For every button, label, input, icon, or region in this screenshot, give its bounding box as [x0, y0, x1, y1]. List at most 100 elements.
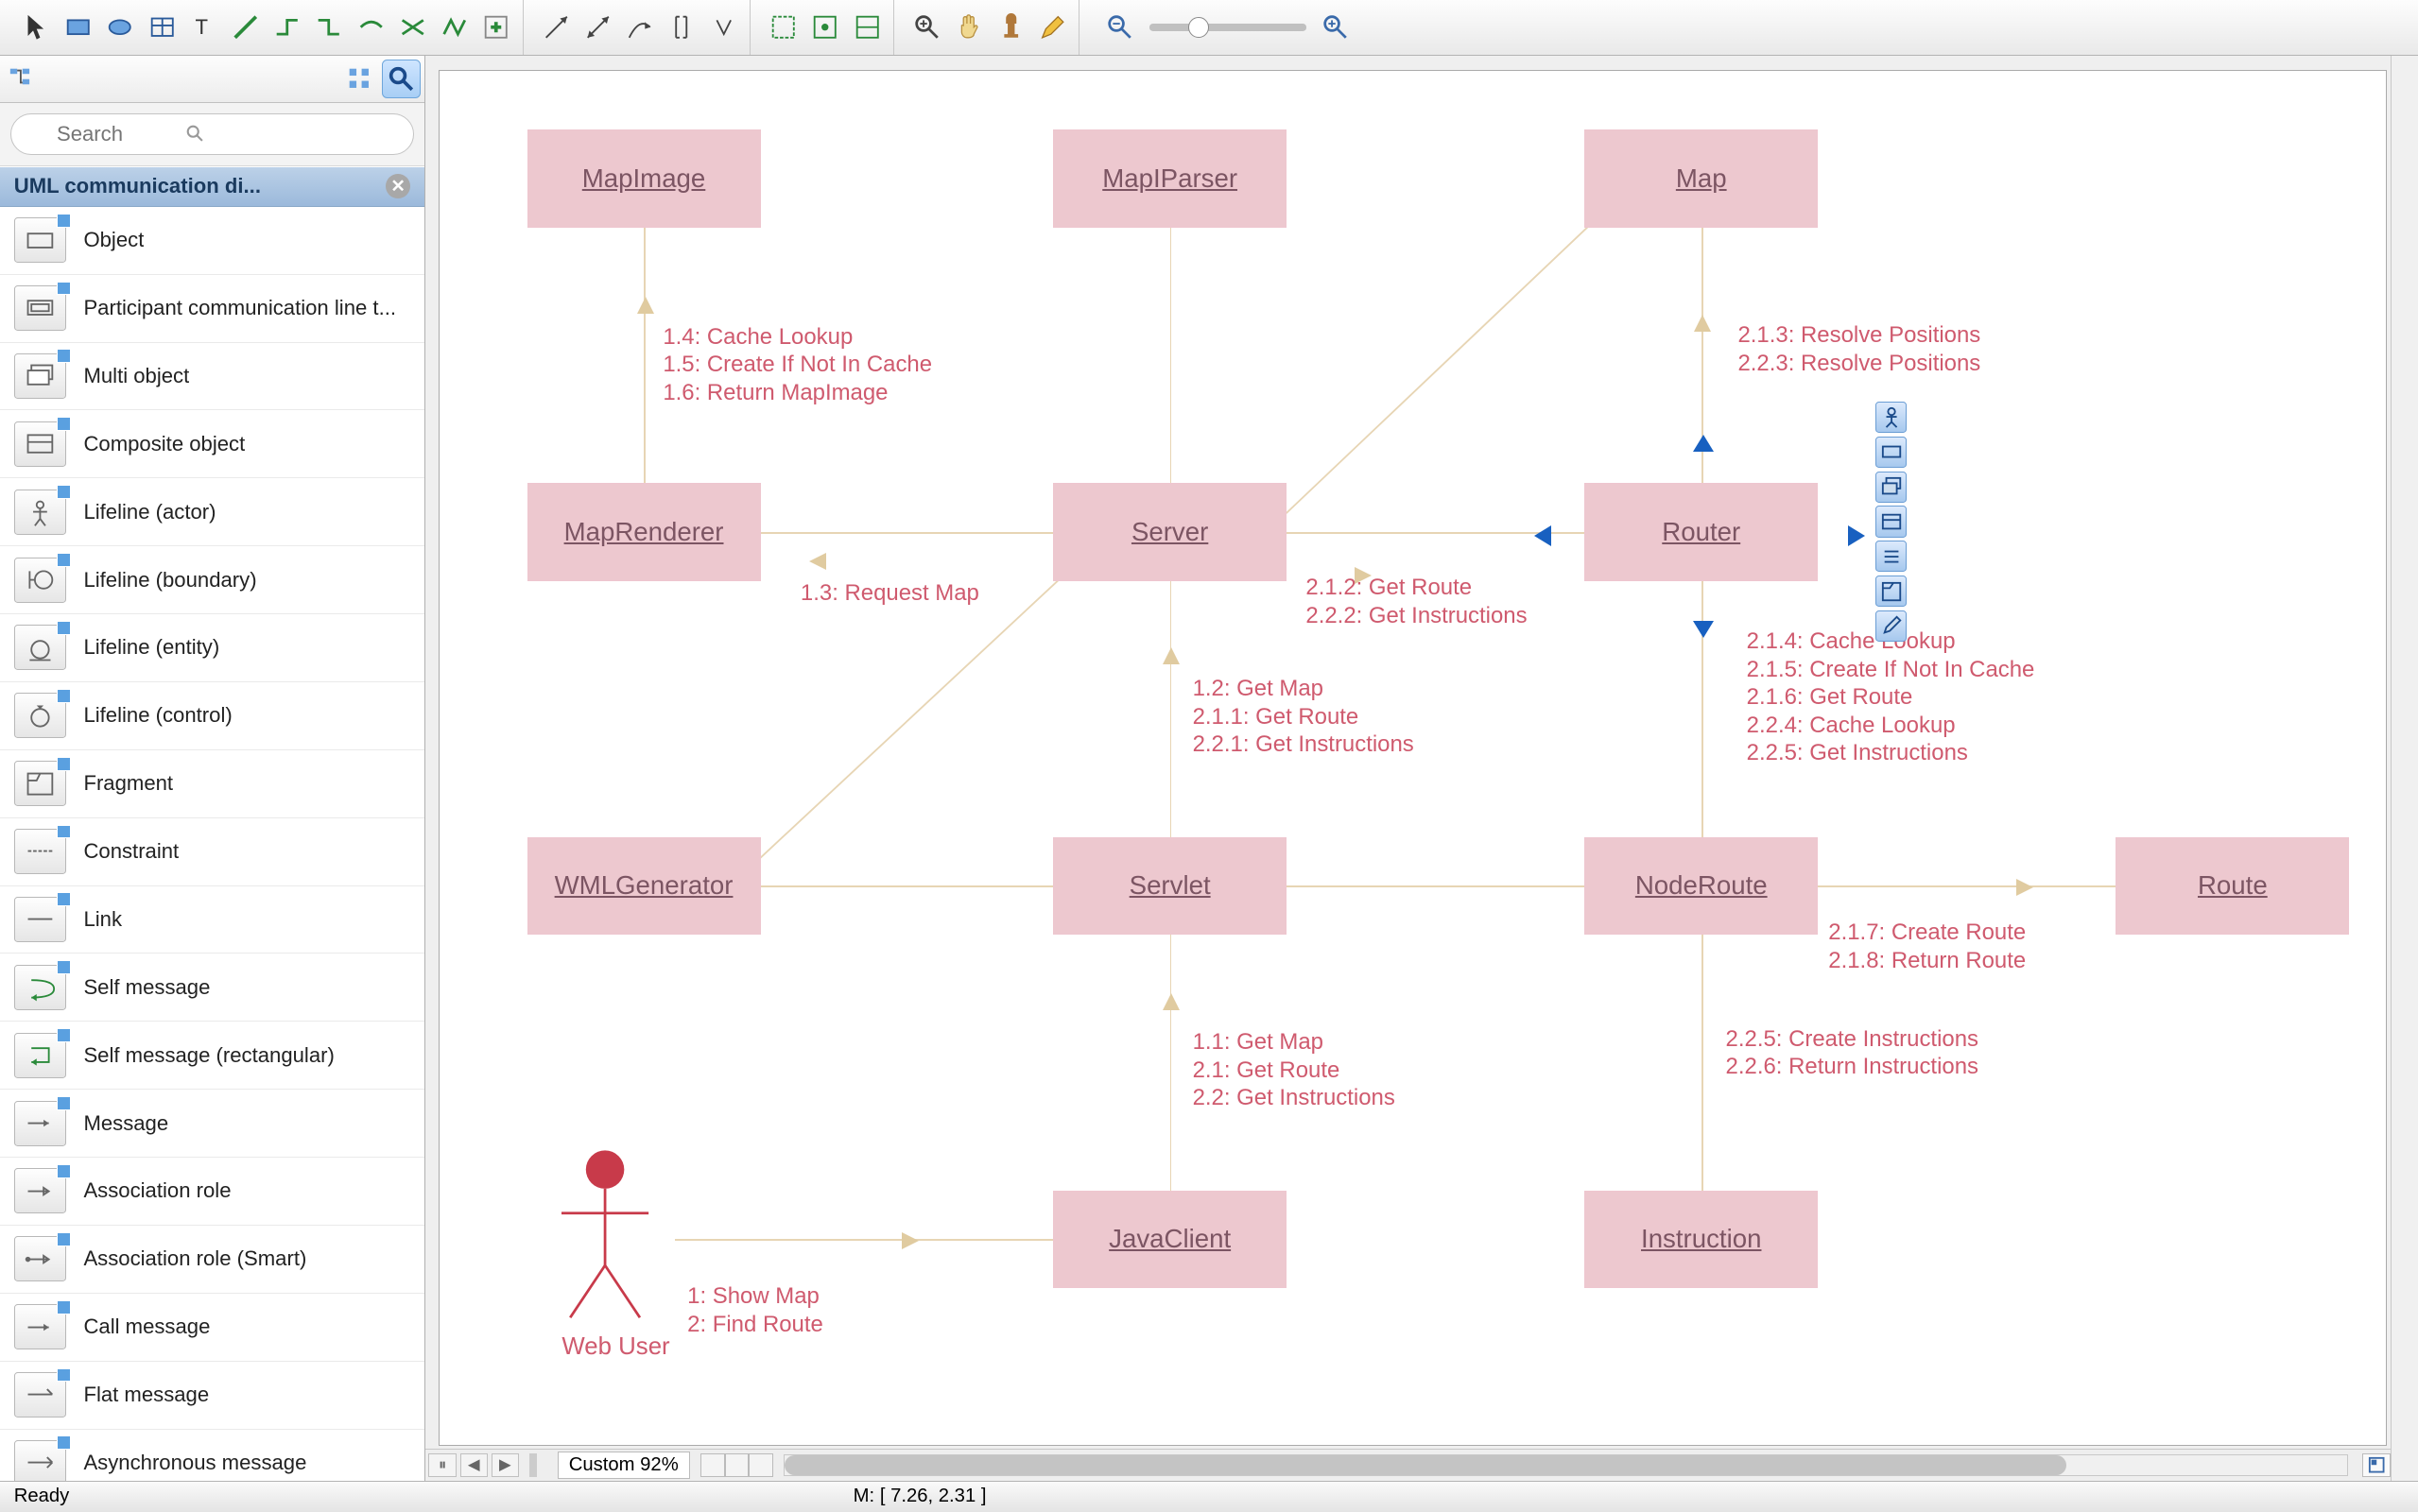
stencil-item[interactable]: Constraint [0, 818, 424, 886]
node-maprenderer[interactable]: MapRenderer [527, 483, 761, 580]
next-page-icon[interactable]: ▶ [492, 1453, 519, 1478]
smart-actor-icon[interactable] [1875, 402, 1907, 433]
node-mapimage[interactable]: MapImage [527, 129, 761, 227]
region-tool-3[interactable] [848, 9, 887, 47]
stencil-item[interactable]: Asynchronous message [0, 1430, 424, 1481]
stencil-thumb [14, 1440, 66, 1481]
node-noderoute[interactable]: NodeRoute [1584, 837, 1818, 935]
stencil-item[interactable]: Participant communication line t... [0, 275, 424, 343]
node-map[interactable]: Map [1584, 129, 1818, 227]
pointer-tool[interactable] [17, 9, 56, 47]
grid-view-icon[interactable] [340, 60, 379, 98]
stencil-item[interactable]: Multi object [0, 343, 424, 411]
region-tool-1[interactable] [765, 9, 803, 47]
text-tool[interactable]: T [184, 9, 223, 47]
stencil-item[interactable]: Self message [0, 954, 424, 1022]
diagram-page[interactable]: MapImage MapIParser Map MapRenderer Serv… [439, 70, 2386, 1446]
stencil-item[interactable]: Message [0, 1090, 424, 1158]
stencil-item[interactable]: Fragment [0, 750, 424, 818]
insert-tool[interactable] [477, 9, 516, 47]
stencil-label: Constraint [83, 839, 179, 864]
stencil-thumb [14, 829, 66, 874]
zoom-slider[interactable] [1087, 9, 1369, 47]
layout-1[interactable] [700, 1453, 725, 1478]
stencil-thumb [14, 353, 66, 399]
pencil-tool[interactable] [1033, 9, 1072, 47]
rect-tool[interactable] [60, 9, 98, 47]
table-tool[interactable] [143, 9, 181, 47]
stencil-thumb [14, 1101, 66, 1146]
stencil-item[interactable]: Lifeline (control) [0, 682, 424, 750]
coord-text: M: [ 7.26, 2.31 ] [854, 1486, 987, 1507]
node-mapiparser[interactable]: MapIParser [1053, 129, 1287, 227]
smart-multi-icon[interactable] [1875, 472, 1907, 503]
bracket-tool-2[interactable] [704, 9, 743, 47]
canvas-area: MapImage MapIParser Map MapRenderer Serv… [425, 56, 2391, 1481]
ellipse-tool[interactable] [101, 9, 140, 47]
stencil-thumb [14, 285, 66, 331]
smart-list-icon[interactable] [1875, 541, 1907, 572]
actor-web-user[interactable]: Web User [561, 1143, 669, 1361]
node-javaclient[interactable]: JavaClient [1053, 1191, 1287, 1288]
connector-tool-1[interactable] [268, 9, 307, 47]
smart-edit-icon[interactable] [1875, 610, 1907, 642]
node-servlet[interactable]: Servlet [1053, 837, 1287, 935]
stencil-item[interactable]: Flat message [0, 1362, 424, 1430]
stencil-item[interactable]: Lifeline (actor) [0, 478, 424, 546]
smart-rect-icon[interactable] [1875, 437, 1907, 468]
arrow-tool-3[interactable] [621, 9, 660, 47]
arrow-tool-1[interactable] [537, 9, 576, 47]
zoom-in-slider-icon[interactable] [1317, 9, 1356, 47]
stamp-tool[interactable] [992, 9, 1030, 47]
stencil-item[interactable]: Association role (Smart) [0, 1226, 424, 1294]
connector-tool-5[interactable] [435, 9, 474, 47]
stencil-label: Asynchronous message [83, 1451, 306, 1475]
node-router[interactable]: Router [1584, 483, 1818, 580]
node-server[interactable]: Server [1053, 483, 1287, 580]
stencil-item[interactable]: Composite object [0, 410, 424, 478]
horizontal-scrollbar[interactable] [784, 1454, 2348, 1475]
smart-tools [1875, 402, 1907, 642]
stencil-item[interactable]: Self message (rectangular) [0, 1022, 424, 1090]
stencil-thumb [14, 1372, 66, 1418]
connector-tool-2[interactable] [310, 9, 349, 47]
search-view-icon[interactable] [382, 60, 421, 98]
node-route[interactable]: Route [2116, 837, 2349, 935]
msg-javaclient-servlet: 1.1: Get Map 2.1: Get Route 2.2: Get Ins… [1193, 1028, 1395, 1111]
library-title: UML communication di... [14, 174, 386, 198]
connector-tool-4[interactable] [393, 9, 432, 47]
msg-maprenderer-mapimage: 1.4: Cache Lookup 1.5: Create If Not In … [663, 323, 932, 406]
stencil-label: Participant communication line t... [83, 296, 396, 320]
line-tool[interactable] [226, 9, 265, 47]
layout-3[interactable] [749, 1453, 773, 1478]
node-wmlgenerator[interactable]: WMLGenerator [527, 837, 761, 935]
stencil-thumb [14, 1236, 66, 1281]
zoom-level[interactable]: Custom 92% [558, 1452, 690, 1479]
tree-view-icon[interactable] [4, 60, 43, 98]
vertical-scrollbar[interactable] [2391, 56, 2418, 1481]
stencil-item[interactable]: Link [0, 886, 424, 954]
node-instruction[interactable]: Instruction [1584, 1191, 1818, 1288]
stencil-item[interactable]: Object [0, 207, 424, 275]
pause-icon[interactable]: ⏸ [428, 1453, 456, 1478]
zoom-in-icon[interactable] [908, 9, 947, 47]
overview-icon[interactable] [2362, 1453, 2390, 1478]
connector-tool-3[interactable] [352, 9, 390, 47]
pan-tool[interactable] [950, 9, 989, 47]
stencil-item[interactable]: Association role [0, 1158, 424, 1226]
bracket-tool-1[interactable] [663, 9, 701, 47]
region-tool-2[interactable] [806, 9, 845, 47]
stencil-item[interactable]: Lifeline (boundary) [0, 546, 424, 614]
stencil-thumb [14, 558, 66, 603]
zoom-out-icon[interactable] [1100, 9, 1139, 47]
stencil-item[interactable]: Lifeline (entity) [0, 614, 424, 682]
layout-2[interactable] [725, 1453, 750, 1478]
search-input[interactable] [10, 113, 414, 155]
library-header[interactable]: UML communication di... ✕ [0, 166, 424, 207]
smart-comp-icon[interactable] [1875, 506, 1907, 537]
close-icon[interactable]: ✕ [386, 174, 410, 198]
stencil-item[interactable]: Call message [0, 1294, 424, 1362]
arrow-tool-2[interactable] [579, 9, 617, 47]
prev-page-icon[interactable]: ◀ [460, 1453, 488, 1478]
smart-frag-icon[interactable] [1875, 576, 1907, 607]
